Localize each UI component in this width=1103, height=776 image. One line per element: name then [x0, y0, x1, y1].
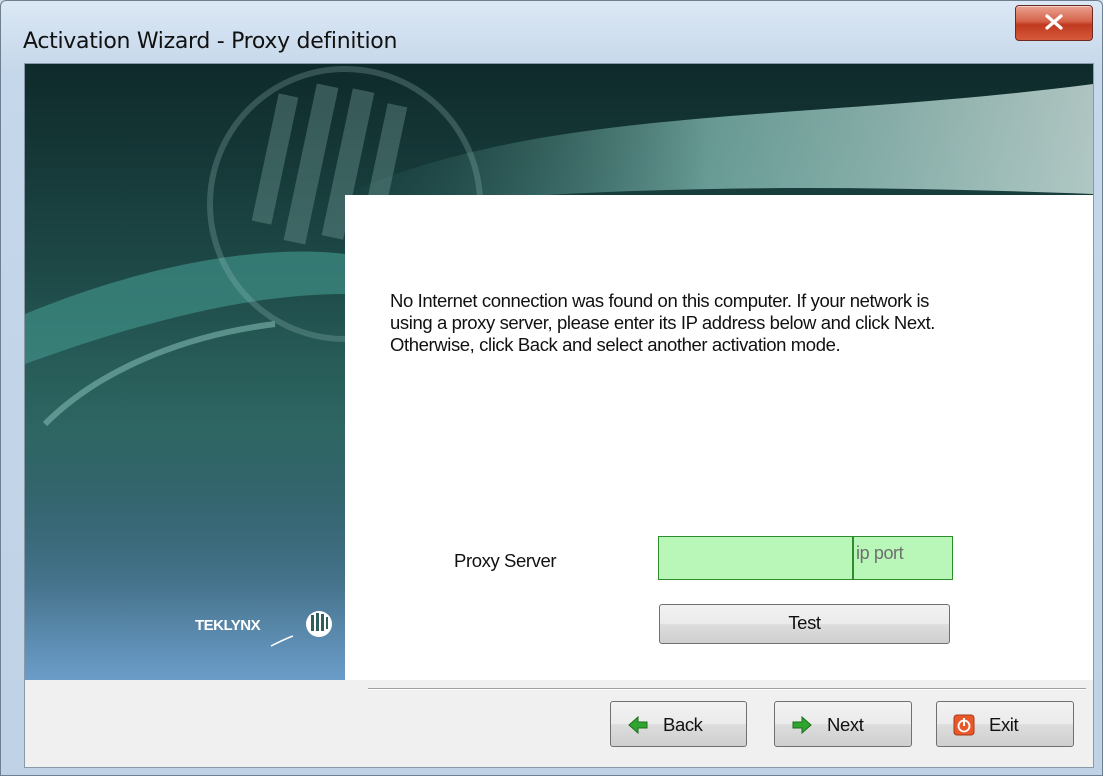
proxy-port-input[interactable]: ip port — [853, 536, 953, 580]
proxy-server-label: Proxy Server — [454, 550, 557, 571]
svg-text:TEKLYNX: TEKLYNX — [195, 617, 261, 634]
next-button-label: Next — [827, 714, 864, 735]
ip-port-placeholder: ip port — [856, 543, 904, 563]
exit-button-label: Exit — [989, 714, 1019, 735]
wizard-content-panel: No Internet connection was found on this… — [345, 195, 1093, 680]
close-button[interactable] — [1015, 5, 1093, 41]
message-line-3: Otherwise, click Back and select another… — [390, 334, 841, 355]
teklynx-logo-mark: TEKLYNX — [195, 611, 332, 647]
next-button[interactable]: Next — [774, 701, 912, 747]
exit-button[interactable]: Exit — [936, 701, 1074, 747]
wizard-client-area: TEKLYNX No Internet connection was found… — [24, 63, 1094, 768]
message-line-1: No Internet connection was found on this… — [390, 290, 930, 311]
activation-wizard-window: Activation Wizard - Proxy definition TEK… — [0, 0, 1103, 776]
window-title: Activation Wizard - Proxy definition — [23, 29, 398, 54]
no-internet-message: No Internet connection was found on this… — [390, 290, 1070, 356]
back-button[interactable]: Back — [610, 701, 747, 747]
message-line-2: using a proxy server, please enter its I… — [390, 312, 936, 333]
footer-separator-highlight — [368, 689, 1086, 690]
wizard-banner-image: TEKLYNX No Internet connection was found… — [25, 64, 1093, 680]
back-button-label: Back — [663, 714, 703, 735]
back-arrow-icon — [628, 715, 648, 735]
power-icon — [953, 714, 975, 736]
proxy-ip-input[interactable] — [658, 536, 853, 580]
teklynx-logo: TEKLYNX — [195, 604, 335, 654]
test-button[interactable]: Test — [659, 604, 950, 644]
title-bar[interactable]: Activation Wizard - Proxy definition — [1, 1, 1102, 63]
next-arrow-icon — [792, 715, 812, 735]
close-x-icon — [1045, 14, 1063, 30]
